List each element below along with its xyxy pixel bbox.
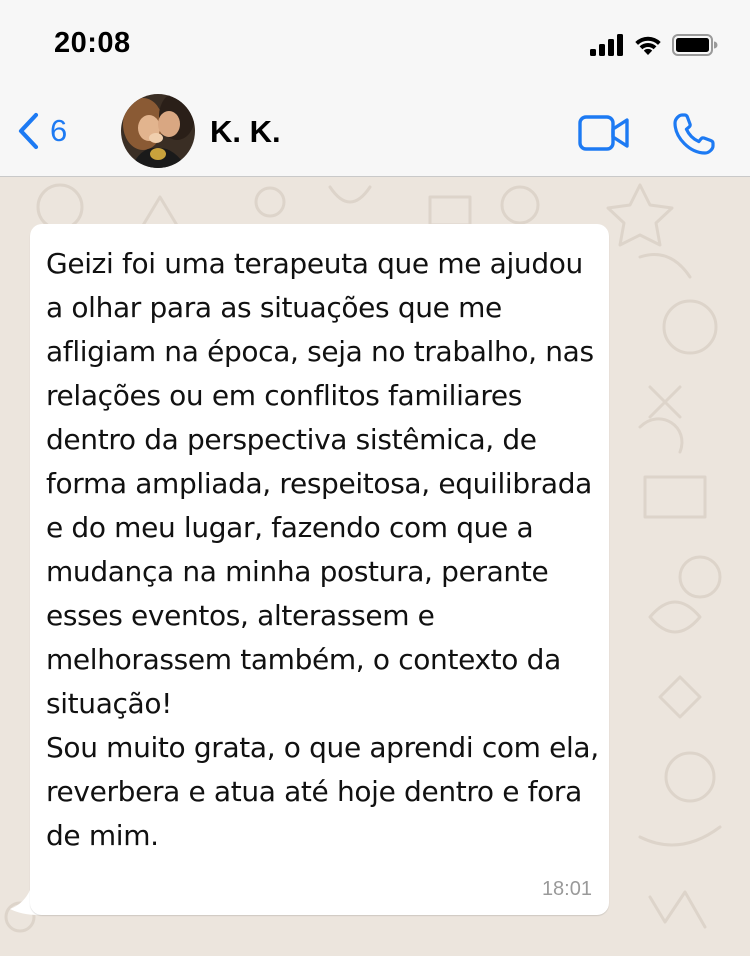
contact-name[interactable]: K. K.: [210, 114, 281, 150]
message-text: Geizi foi uma terapeuta que me ajudou a …: [46, 247, 599, 852]
wifi-icon: [635, 36, 661, 55]
video-camera-icon: [578, 115, 629, 151]
status-bar: 20:08: [0, 0, 750, 88]
cellular-signal-icon: [590, 34, 623, 56]
chat-area[interactable]: Geizi foi uma terapeuta que me ajudou a …: [0, 177, 750, 956]
status-icons: [590, 34, 718, 56]
video-call-button[interactable]: [578, 114, 630, 152]
chat-header: 6 K. K.: [0, 88, 750, 177]
status-time: 20:08: [54, 27, 131, 59]
avatar[interactable]: [121, 94, 195, 168]
message-bubble[interactable]: Geizi foi uma terapeuta que me ajudou a …: [30, 224, 609, 915]
back-chevron-icon: [18, 112, 39, 150]
back-button[interactable]: 6: [16, 106, 67, 156]
message-time: 18:01: [541, 878, 592, 900]
unread-count: 6: [50, 113, 68, 148]
battery-icon: [672, 34, 718, 56]
phone-icon: [673, 113, 715, 155]
voice-call-button[interactable]: [672, 112, 716, 156]
